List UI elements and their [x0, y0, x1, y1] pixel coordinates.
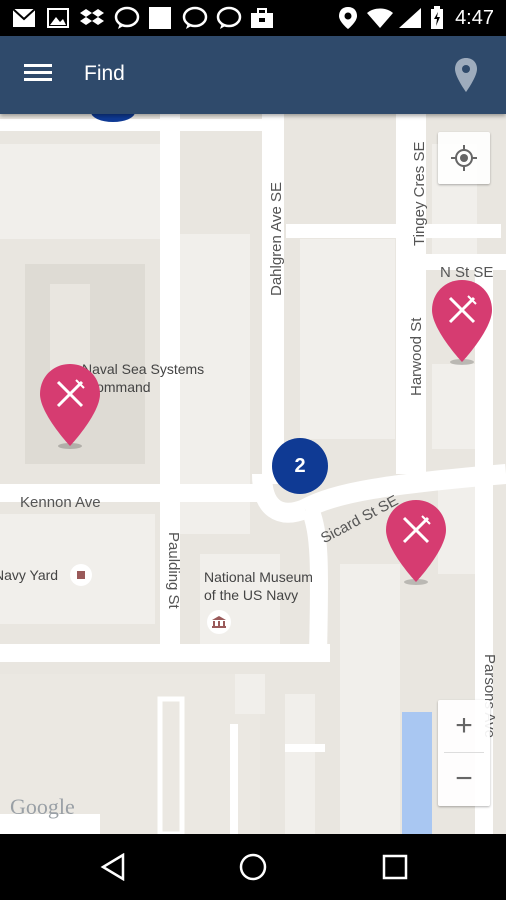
zoom-in-button[interactable]: +	[438, 700, 490, 752]
menu-icon-line	[24, 71, 52, 74]
chat-bubble-icon	[182, 6, 208, 30]
street-label-kennon: Kennon Ave	[20, 494, 101, 511]
museum-building-icon[interactable]	[207, 610, 231, 634]
restaurant-marker[interactable]	[38, 362, 102, 452]
map-base	[0, 114, 506, 834]
app-bar: Find	[0, 36, 506, 114]
briefcase-icon	[250, 6, 274, 30]
street-label-tingey: Tingey Cres SE	[411, 141, 428, 246]
square-icon	[148, 6, 172, 30]
fork-knife-icon	[432, 280, 492, 365]
chat-bubble-icon	[216, 6, 242, 30]
location-pin-button[interactable]	[452, 56, 480, 94]
envelope-icon	[12, 6, 36, 30]
chat-bubble-icon	[114, 6, 140, 30]
poi-label-museum: National Museum of the US Navy	[204, 568, 313, 604]
museum-icon[interactable]	[70, 564, 92, 586]
menu-icon-line	[24, 78, 52, 81]
home-circle-icon	[239, 853, 267, 881]
street-label-harwood: Harwood St	[408, 317, 425, 396]
map-view[interactable]: Dahlgren Ave SE Tingey Cres SE N St SE H…	[0, 114, 506, 834]
poi-museum-line2: of the US Navy	[204, 587, 299, 603]
fork-knife-icon	[40, 364, 100, 449]
page-title: Find	[84, 62, 125, 85]
my-location-button[interactable]	[438, 132, 490, 184]
marker-cluster[interactable]: 2	[272, 438, 328, 494]
image-icon	[46, 6, 70, 30]
dropbox-icon	[80, 6, 104, 30]
street-label-paulding: Paulding St	[165, 532, 182, 609]
google-attribution: Google	[10, 794, 75, 819]
zoom-controls: + −	[438, 700, 490, 806]
signal-icon	[398, 6, 422, 30]
back-button[interactable]	[98, 852, 128, 882]
location-icon	[338, 6, 358, 30]
fork-knife-icon	[386, 500, 446, 585]
map-pin-icon	[455, 58, 477, 92]
back-triangle-icon	[100, 853, 125, 881]
status-bar: 4:47	[0, 0, 506, 36]
status-time: 4:47	[455, 7, 494, 29]
recents-button[interactable]	[380, 852, 410, 882]
restaurant-marker[interactable]	[384, 498, 448, 588]
battery-charging-icon	[430, 6, 444, 30]
system-nav-bar	[0, 834, 506, 900]
crosshair-icon	[451, 145, 477, 171]
poi-label-navy-yard: Navy Yard	[0, 567, 59, 583]
recents-square-icon	[382, 854, 408, 880]
poi-museum-line1: National Museum	[204, 569, 313, 585]
restaurant-marker[interactable]	[430, 278, 494, 368]
wifi-icon	[366, 6, 394, 30]
menu-icon	[24, 64, 52, 67]
home-button[interactable]	[238, 852, 268, 882]
menu-button[interactable]	[20, 60, 60, 90]
zoom-out-button[interactable]: −	[438, 753, 490, 805]
street-label-dahlgren: Dahlgren Ave SE	[268, 182, 285, 296]
